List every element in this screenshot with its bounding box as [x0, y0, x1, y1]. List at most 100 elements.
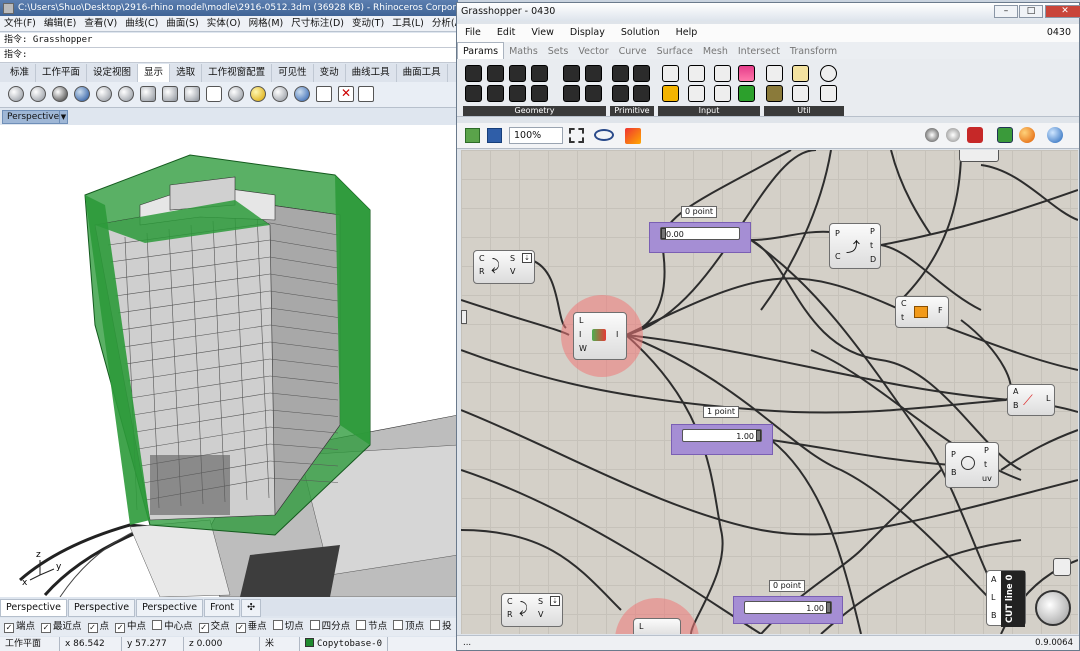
partial-component-top[interactable]: [959, 150, 999, 162]
menu-view[interactable]: 查看(V): [80, 16, 121, 31]
gh-tab-sets[interactable]: Sets: [543, 43, 574, 60]
viewport-tab-perspective-2[interactable]: Perspective: [68, 599, 136, 617]
xray-icon[interactable]: [96, 86, 112, 102]
viewport-title[interactable]: Perspective: [2, 110, 65, 124]
gh-tab-vector[interactable]: Vector: [573, 43, 613, 60]
insert-component[interactable]: L I W I: [573, 312, 627, 360]
preview-shade-icon[interactable]: [946, 128, 960, 142]
tab-transform[interactable]: 变动: [314, 64, 346, 82]
line-component[interactable]: A B L ⟋: [1007, 384, 1055, 416]
mesh-settings-icon[interactable]: [997, 127, 1013, 143]
dial-knob-icon[interactable]: [1035, 590, 1071, 626]
integer-param-icon[interactable]: [633, 65, 650, 82]
partial-component-left[interactable]: [461, 310, 467, 324]
maximize-icon[interactable]: □: [1019, 5, 1043, 18]
menu-dimension[interactable]: 尺寸标注(D): [287, 16, 348, 31]
osnap-checkbox[interactable]: ✓: [87, 623, 98, 633]
minimize-icon[interactable]: –: [994, 5, 1018, 18]
slider-input-icon[interactable]: [688, 65, 705, 82]
panel-input-icon[interactable]: [662, 65, 679, 82]
tab-visibility[interactable]: 可见性: [272, 64, 314, 82]
artistic-icon[interactable]: [184, 86, 200, 102]
menu-transform[interactable]: 变动(T): [348, 16, 388, 31]
field-param-icon[interactable]: [585, 65, 602, 82]
osnap-item[interactable]: 投: [430, 618, 452, 636]
osnap-item[interactable]: ✓ 最近点: [41, 618, 82, 636]
hide-icon[interactable]: ✕: [338, 86, 354, 102]
technical-icon[interactable]: [118, 86, 134, 102]
graph-mapper-icon[interactable]: [662, 85, 679, 102]
add-viewport-icon[interactable]: ✣: [241, 599, 262, 617]
pen-icon[interactable]: [140, 86, 156, 102]
small-node[interactable]: [1053, 558, 1071, 576]
tab-standard[interactable]: 标准: [4, 64, 37, 82]
osnap-checkbox[interactable]: [272, 620, 283, 630]
value-list-icon[interactable]: [714, 85, 731, 102]
gh-menu-help[interactable]: Help: [668, 24, 706, 42]
sketch-pen-icon[interactable]: [625, 128, 641, 144]
wireframe-icon[interactable]: [8, 86, 24, 102]
point-param-icon[interactable]: [465, 65, 482, 82]
tab-setview[interactable]: 设定视图: [87, 64, 139, 82]
number-slider-1[interactable]: 0.00: [649, 222, 751, 253]
menu-surface[interactable]: 曲面(S): [162, 16, 202, 31]
curve-component-2[interactable]: C R S V ⤸ ⇣: [501, 593, 563, 627]
osnap-checkbox[interactable]: [309, 620, 320, 630]
curve-frame-component[interactable]: C t F: [895, 296, 949, 328]
osnap-item[interactable]: 顶点: [393, 618, 424, 636]
button-input-icon[interactable]: [688, 85, 705, 102]
insert-component-2[interactable]: L: [633, 618, 681, 634]
osnap-item[interactable]: 节点: [356, 618, 387, 636]
gh-tab-curve[interactable]: Curve: [614, 43, 652, 60]
jump-icon[interactable]: [820, 65, 837, 82]
preview-selected-icon[interactable]: [967, 127, 983, 143]
perspective-viewport[interactable]: z y x: [0, 125, 458, 597]
gh-tab-intersect[interactable]: Intersect: [733, 43, 785, 60]
osnap-checkbox[interactable]: [152, 620, 163, 630]
isocurve-icon[interactable]: [206, 86, 222, 102]
gh-menu-file[interactable]: File: [457, 24, 489, 42]
osnap-item[interactable]: 中心点: [152, 618, 193, 636]
gh-menu-solution[interactable]: Solution: [613, 24, 668, 42]
gh-tab-maths[interactable]: Maths: [504, 43, 543, 60]
circle-param-icon[interactable]: [487, 65, 504, 82]
document-preview-icon[interactable]: [1019, 127, 1035, 143]
open-file-icon[interactable]: [465, 128, 480, 143]
cut-line-component[interactable]: A L B CUT line 0: [986, 570, 1026, 627]
viewport-menu-arrow-icon[interactable]: ▼: [59, 110, 68, 124]
gh-tab-params[interactable]: Params: [457, 42, 505, 60]
vector-param-icon[interactable]: [509, 85, 526, 102]
osnap-item[interactable]: ✓ 中点: [115, 618, 146, 636]
clipping-plane-icon[interactable]: [316, 86, 332, 102]
line-param-icon[interactable]: [465, 85, 482, 102]
close-icon[interactable]: ✕: [1045, 5, 1080, 18]
osnap-item[interactable]: ✓ 交点: [198, 618, 230, 636]
viewport-tab-perspective-3[interactable]: Perspective: [136, 599, 204, 617]
osnap-item[interactable]: ✓ 端点: [4, 618, 35, 636]
geometry-param-icon[interactable]: [585, 85, 602, 102]
toggle-input-icon[interactable]: [714, 65, 731, 82]
surface-param-icon[interactable]: [531, 65, 548, 82]
flask-icon[interactable]: [820, 85, 837, 102]
plane-param-icon[interactable]: [487, 85, 504, 102]
gh-menu-display[interactable]: Display: [562, 24, 613, 42]
swatch-input-icon[interactable]: [738, 65, 755, 82]
osnap-checkbox[interactable]: [430, 620, 441, 630]
gradient-input-icon[interactable]: [738, 85, 755, 102]
menu-edit[interactable]: 编辑(E): [40, 16, 80, 31]
shaded-icon[interactable]: [30, 86, 46, 102]
slider-2-grip[interactable]: [756, 430, 761, 441]
material-icon[interactable]: [294, 86, 310, 102]
number-slider-2[interactable]: 1.00: [671, 424, 773, 455]
number-param-icon[interactable]: [612, 85, 629, 102]
menu-solid[interactable]: 实体(O): [203, 16, 245, 31]
surface-closest-point-component[interactable]: P B P t uv: [945, 442, 999, 488]
slider-3-grip[interactable]: [826, 602, 831, 613]
gh-tab-surface[interactable]: Surface: [652, 43, 698, 60]
evaluate-curve-component[interactable]: P C P t D ⤴: [829, 223, 881, 269]
mesh-param-icon[interactable]: [563, 65, 580, 82]
osnap-item[interactable]: ✓ 垂点: [235, 618, 267, 636]
tab-cplane[interactable]: 工作平面: [36, 64, 88, 82]
osnap-checkbox[interactable]: ✓: [115, 623, 126, 633]
preview-wire-icon[interactable]: [925, 128, 939, 142]
